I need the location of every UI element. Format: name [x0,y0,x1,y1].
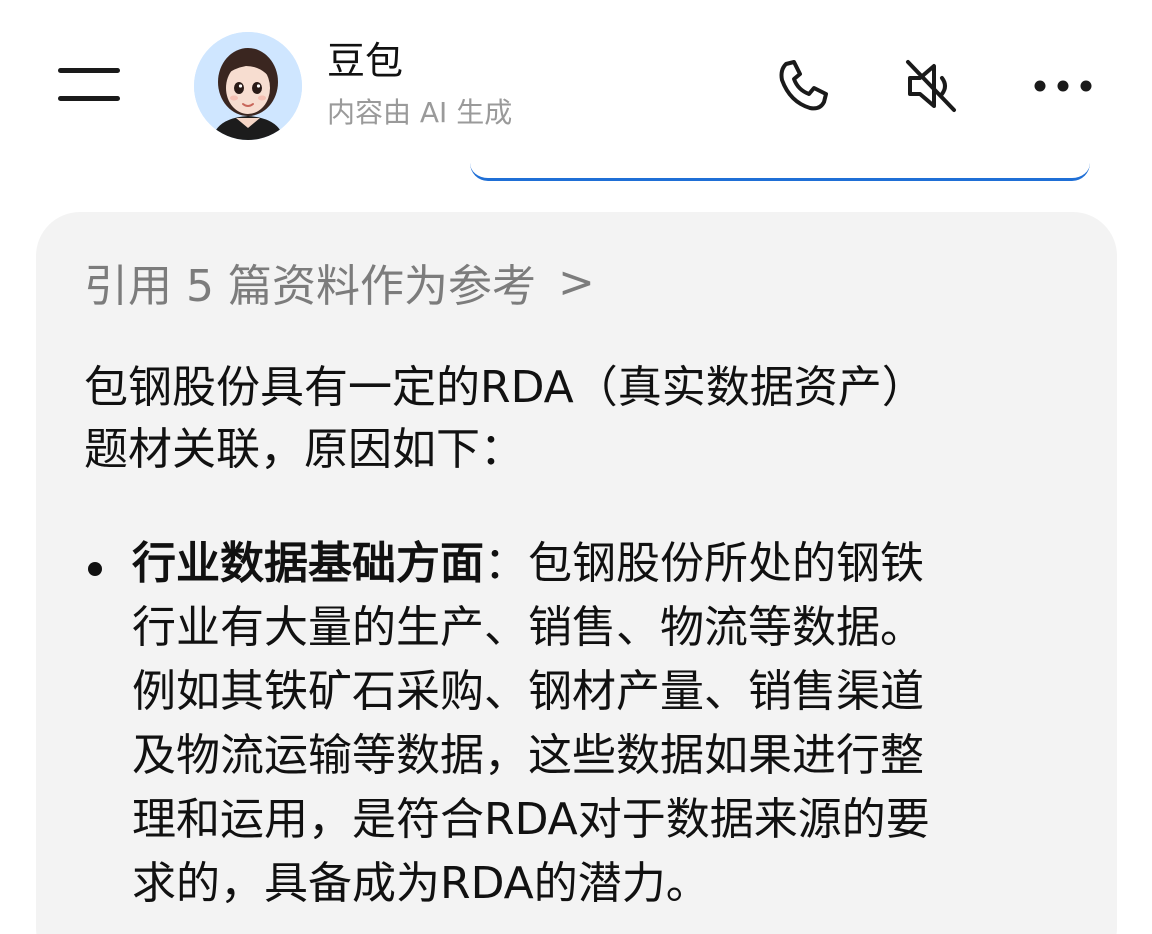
bullet-line: 及物流运输等数据，这些数据如果进行整 [132,730,924,781]
menu-button[interactable] [58,62,120,104]
message-intro: 包钢股份具有一定的RDA（真实数据资产） 题材关联，原因如下： [84,357,1064,481]
chat-header: 豆包 内容由 AI 生成 [0,0,1152,160]
previous-message-edge [470,160,1090,181]
intro-line: 包钢股份具有一定的RDA（真实数据资产） [84,362,926,413]
bullet-line: 例如其铁矿石采购、钢材产量、销售渠道 [132,666,924,717]
bullet-separator: ： [484,538,528,589]
avatar[interactable] [194,32,302,140]
bullet-text: 行业数据基础方面：包钢股份所处的钢铁 行业有大量的生产、销售、物流等数据。 例如… [132,532,1052,916]
bullet-heading: 行业数据基础方面 [132,538,484,589]
bullet-first-line: 行业数据基础方面：包钢股份所处的钢铁 [132,532,1052,596]
mute-button[interactable] [900,56,960,116]
avatar-illustration [194,32,302,140]
bullet-icon [88,562,102,576]
chat-screen: 豆包 内容由 AI 生成 引用 5 篇资料作为参考 > 包钢股份具有一定的RDA… [0,0,1152,934]
chat-title: 豆包 [327,39,404,83]
hamburger-icon-bar [58,96,120,101]
intro-line: 题材关联，原因如下： [84,424,524,475]
chevron-right-icon: > [557,256,595,308]
assistant-message-bubble: 引用 5 篇资料作为参考 > 包钢股份具有一定的RDA（真实数据资产） 题材关联… [36,212,1117,934]
more-button[interactable] [1030,56,1092,116]
bullet-line: 行业有大量的生产、销售、物流等数据。 [132,602,924,653]
bullet-line: 求的，具备成为RDA的潜力。 [132,858,710,909]
bullet-first-line-text: 包钢股份所处的钢铁 [528,538,924,589]
references-label: 引用 5 篇资料作为参考 [84,261,536,312]
ai-generated-notice: 内容由 AI 生成 [327,96,513,129]
bullet-line: 理和运用，是符合RDA对于数据来源的要 [132,794,930,845]
more-horizontal-icon [1034,80,1092,92]
phone-icon [779,60,828,111]
hamburger-icon [58,68,120,73]
call-button[interactable] [772,56,832,116]
speaker-muted-icon [906,60,956,112]
references-link[interactable]: 引用 5 篇资料作为参考 > [84,252,595,313]
